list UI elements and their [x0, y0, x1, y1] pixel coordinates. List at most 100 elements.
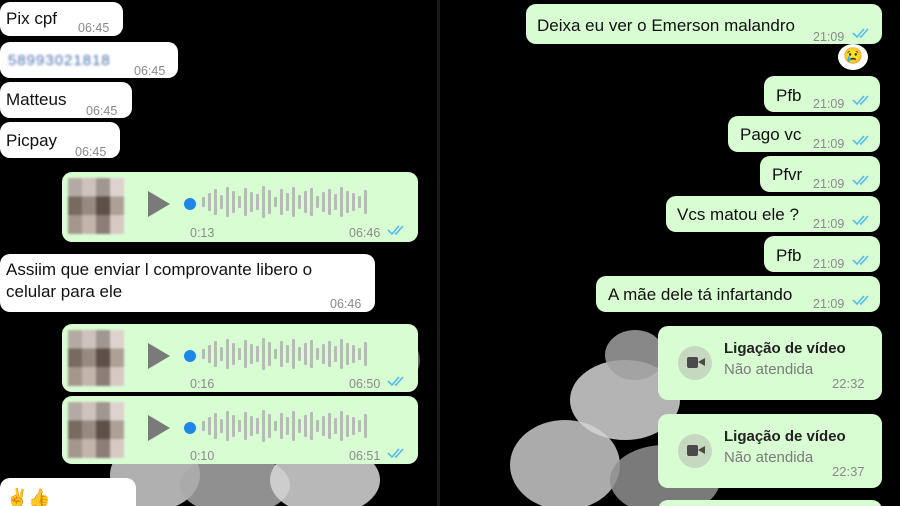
waveform-bar: [304, 415, 307, 437]
play-icon[interactable]: [148, 343, 170, 369]
playback-position-dot[interactable]: [184, 198, 196, 210]
message-bubble[interactable]: Pfvr 21:09: [760, 156, 880, 192]
voice-duration: 0:10: [190, 449, 215, 463]
waveform-bar: [328, 189, 331, 215]
waveform-bar: [202, 421, 205, 431]
waveform-bar: [334, 346, 337, 362]
partial-message-bubble[interactable]: [658, 500, 882, 506]
call-status: Não atendida: [724, 361, 814, 378]
message-time: 06:45: [86, 104, 118, 118]
waveform-bar: [334, 418, 337, 434]
waveform-bar: [352, 345, 355, 363]
read-ticks-icon: [852, 95, 869, 106]
play-icon[interactable]: [148, 415, 170, 441]
waveform[interactable]: [202, 410, 402, 446]
read-ticks-icon: [852, 135, 869, 146]
message-bubble[interactable]: Pfb 21:09: [764, 76, 880, 112]
waveform-bar: [304, 191, 307, 213]
message-text: Pix cpf: [6, 9, 58, 28]
read-ticks-icon: [387, 448, 404, 459]
voice-message[interactable]: 0:16 06:50: [62, 324, 418, 392]
message-text: Pago vc: [740, 125, 802, 144]
waveform-bar: [226, 339, 229, 369]
waveform-bar: [340, 411, 343, 441]
message-bubble[interactable]: Deixa eu ver o Emerson malandro 21:09: [526, 4, 882, 44]
missed-video-call[interactable]: Ligação de vídeo Não atendida 22:32: [658, 326, 882, 400]
left-chat-panel: Pix cpf 06:45 58993021818 06:45 Matteus …: [0, 0, 437, 506]
waveform-bar: [340, 339, 343, 369]
waveform-bar: [244, 340, 247, 368]
waveform-bar: [256, 194, 259, 210]
waveform-bar: [286, 345, 289, 363]
waveform-bar: [352, 193, 355, 211]
message-bubble[interactable]: Pfb 21:09: [764, 236, 880, 272]
read-ticks-icon: [852, 215, 869, 226]
waveform[interactable]: [202, 186, 402, 222]
missed-video-call[interactable]: Ligação de vídeo Não atendida 22:37: [658, 414, 882, 488]
video-call-icon: [678, 434, 712, 468]
waveform-bar: [346, 415, 349, 437]
read-ticks-icon: [852, 295, 869, 306]
waveform-bar: [274, 421, 277, 431]
voice-message[interactable]: 0:10 06:51: [62, 396, 418, 464]
waveform-bar: [316, 420, 319, 432]
waveform[interactable]: [202, 338, 402, 374]
message-bubble[interactable]: Assiim que enviar l comprovante libero o…: [0, 254, 375, 312]
waveform-bar: [250, 344, 253, 364]
message-text: Matteus: [6, 90, 67, 109]
waveform-bar: [286, 417, 289, 435]
message-time: 21:09: [813, 257, 845, 271]
message-bubble[interactable]: Pago vc 21:09: [728, 116, 880, 152]
waveform-bar: [256, 346, 259, 362]
message-time: 21:09: [813, 297, 845, 311]
play-icon[interactable]: [148, 191, 170, 217]
reaction-emoji[interactable]: 😢: [838, 44, 868, 70]
message-time: 06:45: [78, 21, 110, 35]
sender-avatar-blurred: [68, 402, 124, 458]
message-bubble[interactable]: ✌️👍: [0, 478, 136, 506]
call-status: Não atendida: [724, 449, 814, 466]
waveform-bar: [262, 186, 265, 218]
waveform-bar: [310, 340, 313, 368]
waveform-bar: [298, 419, 301, 433]
message-time: 06:50: [349, 377, 381, 391]
playback-position-dot[interactable]: [184, 422, 196, 434]
message-time: 06:51: [349, 449, 381, 463]
message-bubble[interactable]: Vcs matou ele ? 21:09: [666, 196, 880, 232]
waveform-bar: [304, 343, 307, 365]
waveform-bar: [208, 345, 211, 363]
message-time: 06:46: [330, 297, 362, 311]
message-text: Pfb: [776, 246, 802, 265]
waveform-bar: [226, 411, 229, 441]
message-text: Assiim que enviar l comprovante libero o…: [6, 260, 313, 301]
read-ticks-icon: [387, 376, 404, 387]
waveform-bar: [310, 188, 313, 216]
waveform-bar: [232, 191, 235, 213]
read-ticks-icon: [852, 28, 869, 39]
message-bubble[interactable]: A mãe dele tá infartando 21:09: [596, 276, 880, 312]
waveform-bar: [364, 414, 367, 438]
message-time: 22:37: [832, 464, 865, 479]
message-bubble[interactable]: Matteus 06:45: [0, 82, 132, 118]
waveform-bar: [322, 344, 325, 364]
playback-position-dot[interactable]: [184, 350, 196, 362]
waveform-bar: [256, 418, 259, 434]
message-time: 06:46: [349, 226, 381, 240]
waveform-bar: [238, 420, 241, 432]
voice-message[interactable]: 0:13 06:46: [62, 172, 418, 242]
message-text: A mãe dele tá infartando: [608, 285, 793, 304]
sender-avatar-blurred: [68, 178, 124, 234]
waveform-bar: [358, 196, 361, 208]
message-bubble[interactable]: Picpay 06:45: [0, 122, 120, 159]
waveform-bar: [262, 338, 265, 370]
message-text: Picpay: [6, 131, 58, 150]
waveform-bar: [346, 343, 349, 365]
call-title: Ligação de vídeo: [724, 428, 846, 445]
waveform-bar: [280, 341, 283, 367]
message-bubble[interactable]: 58993021818 06:45: [0, 42, 178, 78]
message-time: 21:09: [813, 177, 845, 191]
sender-avatar-blurred: [68, 330, 124, 386]
message-bubble[interactable]: Pix cpf 06:45: [0, 2, 123, 36]
message-time: 22:32: [832, 376, 865, 391]
emoji-message: ✌️👍: [6, 488, 51, 506]
